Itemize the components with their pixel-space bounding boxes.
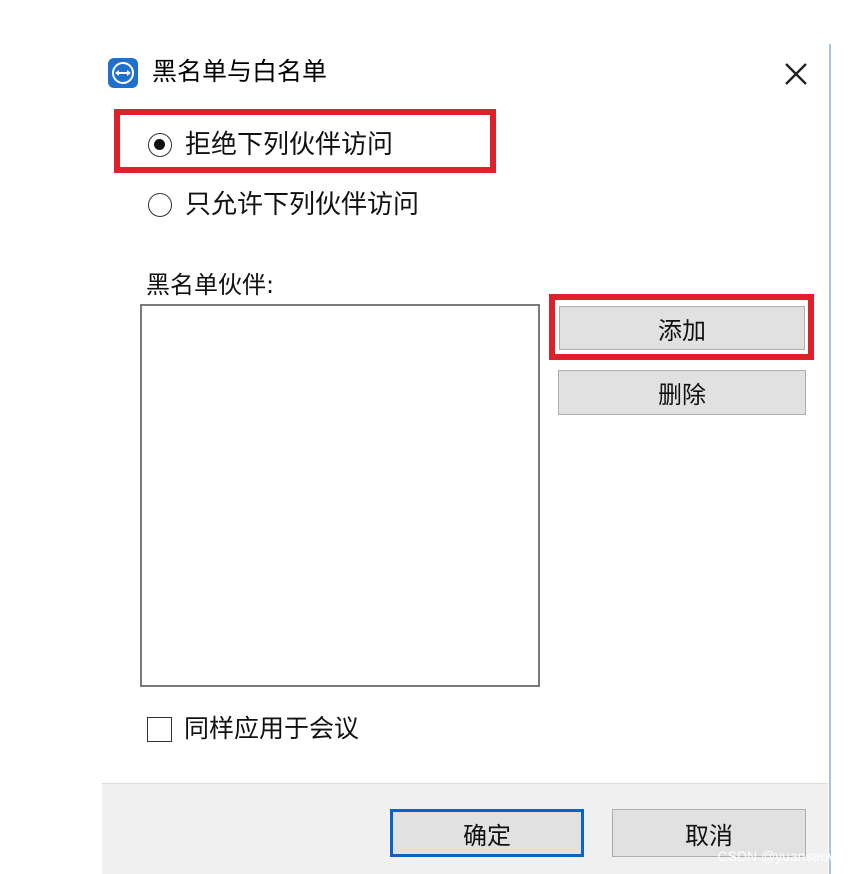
ok-button[interactable]: 确定	[390, 809, 584, 857]
blacklist-partners-list[interactable]	[140, 304, 540, 687]
dialog-title: 黑名单与白名单	[152, 57, 328, 86]
teamviewer-icon	[108, 58, 138, 88]
add-button-highlight	[549, 294, 814, 360]
page: 黑名单与白名单 拒绝下列伙伴访问 只允许下列伙伴访问 黑名单伙伴: 添加 删除 …	[0, 0, 858, 874]
blacklist-partners-label: 黑名单伙伴:	[146, 271, 275, 299]
close-icon	[785, 63, 807, 85]
watermark: CSDN @yuanseovip	[717, 848, 846, 864]
apply-to-meetings-label: 同样应用于会议	[184, 714, 360, 743]
allow-partners-label: 只允许下列伙伴访问	[185, 190, 420, 220]
allow-partners-radio-row[interactable]: 只允许下列伙伴访问	[148, 190, 419, 220]
close-button[interactable]	[778, 56, 814, 92]
allow-partners-radio[interactable]	[148, 193, 172, 217]
delete-button[interactable]: 删除	[558, 370, 806, 415]
apply-to-meetings-checkbox[interactable]	[147, 716, 172, 742]
apply-to-meetings-row[interactable]: 同样应用于会议	[147, 714, 359, 744]
dialog-right-border	[829, 44, 831, 874]
deny-option-highlight	[114, 109, 496, 173]
